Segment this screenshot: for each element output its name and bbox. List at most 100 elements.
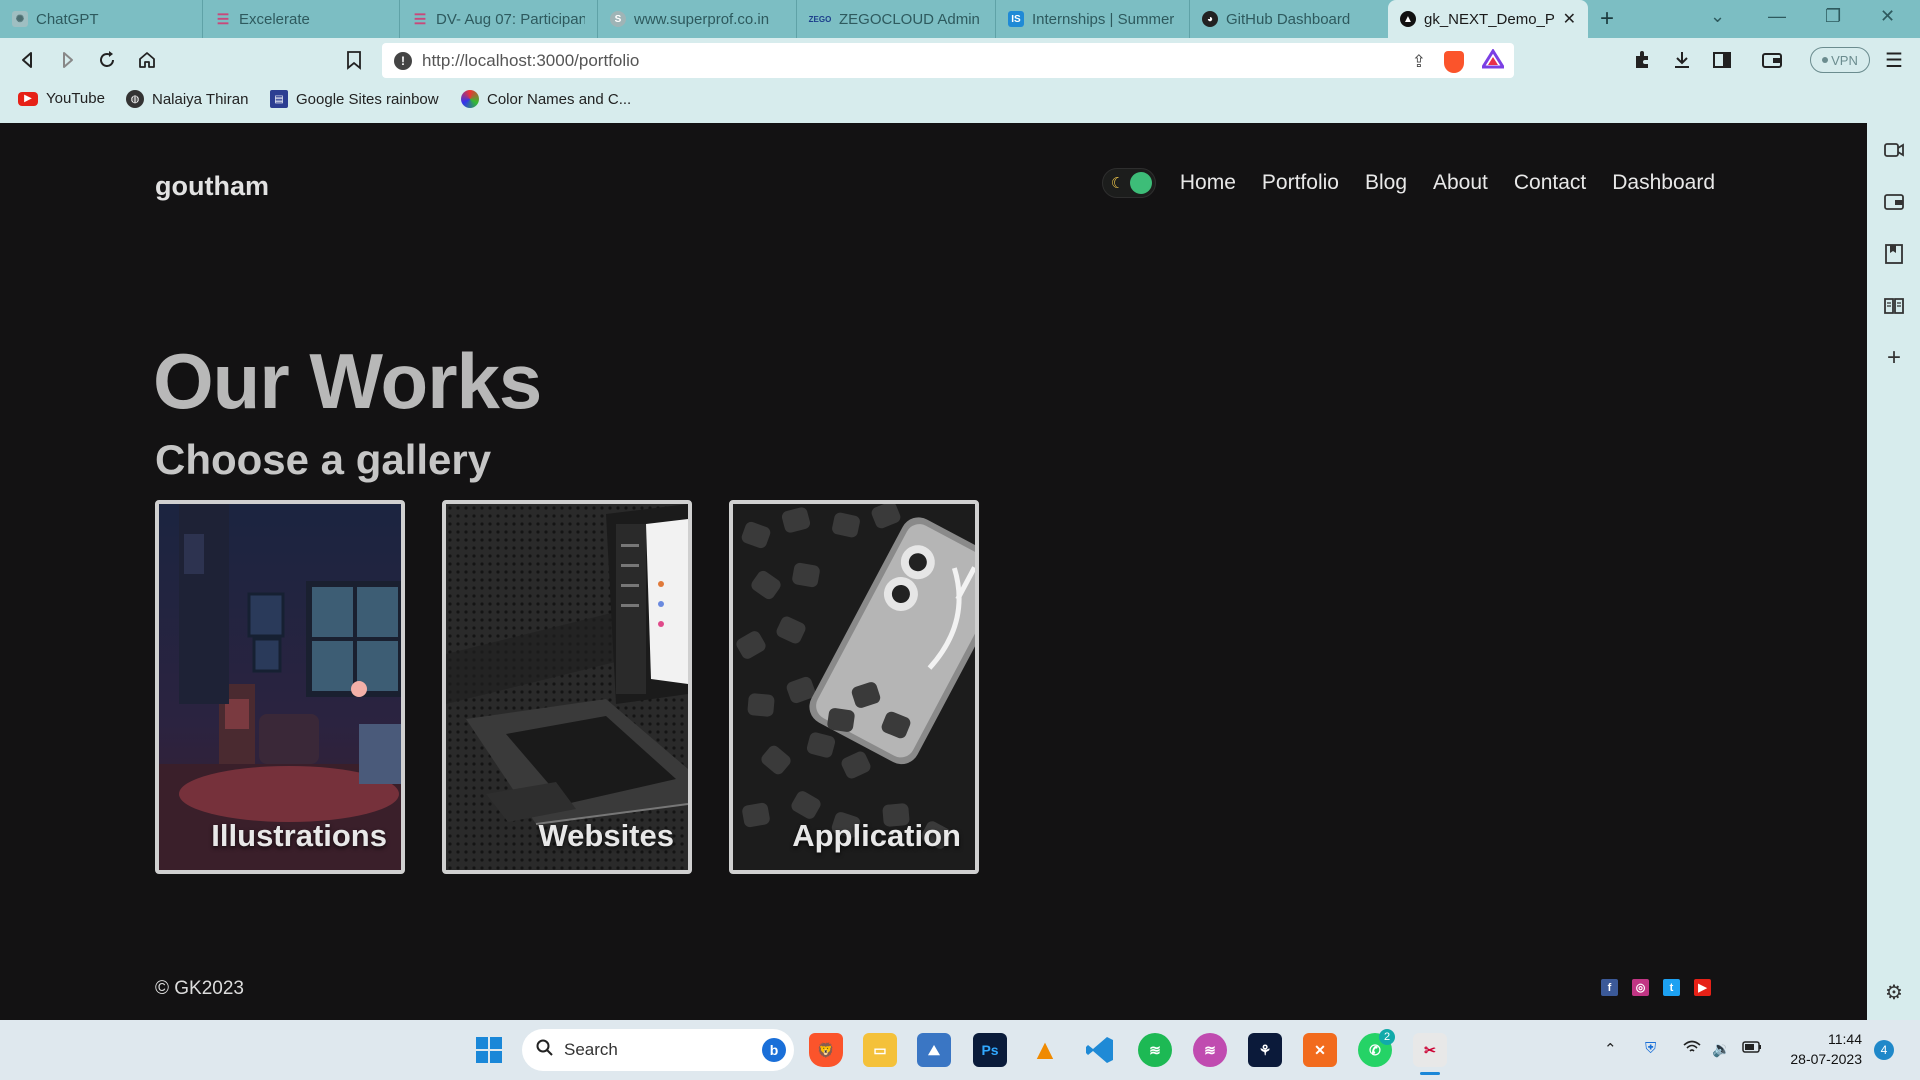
moon-icon: ☾ [1110,175,1125,192]
page-subtitle: Choose a gallery [155,436,492,483]
nav-home[interactable]: Home [1180,171,1236,195]
instagram-icon[interactable]: ◎ [1632,979,1649,996]
file-explorer-icon[interactable]: ▭ [863,1033,897,1067]
bookmark-label: Google Sites rainbow [296,90,439,108]
tab-strip: ✺ ChatGPT ☰ Excelerate ☰ DV- Aug 07: Par… [0,0,1920,38]
tab-search-chevron-icon[interactable]: ⌄ [1710,6,1725,27]
tab-gk-next-demo[interactable]: ▲ gk_NEXT_Demo_Po ✕ [1388,0,1588,38]
github-icon: ◕ [1202,11,1218,27]
downloads-icon[interactable] [1670,48,1694,72]
gallery-label: Websites [538,818,674,853]
wallet-icon[interactable] [1760,48,1784,72]
spotify-icon[interactable]: ≋ [1138,1033,1172,1067]
site-brand[interactable]: goutham [155,171,269,202]
spotify-alt-icon[interactable]: ≋ [1193,1033,1227,1067]
browser-side-panel: + ⚙ [1867,123,1920,1020]
toggle-knob [1129,172,1152,194]
acrobat-icon[interactable]: ⚘ [1248,1033,1282,1067]
photos-icon[interactable]: ⛰ [917,1033,951,1067]
tray-overflow-chevron-icon[interactable]: ⌃ [1604,1040,1617,1058]
tab-title: GitHub Dashboard [1226,10,1351,28]
brave-rewards-icon[interactable] [1480,48,1506,74]
tab-dv-aug[interactable]: ☰ DV- Aug 07: Participan [400,0,598,38]
tab-title: gk_NEXT_Demo_Po [1424,10,1555,28]
windows-taskbar [0,1020,1920,1080]
facebook-icon[interactable]: f [1601,979,1618,996]
youtube-icon[interactable]: ▶ [1694,979,1711,996]
new-tab-button[interactable]: + [1600,5,1614,33]
volume-icon[interactable]: 🔉 [1712,1040,1731,1058]
add-panel-icon[interactable]: + [1883,344,1905,371]
reading-list-icon[interactable] [1883,295,1905,317]
gallery-card-application[interactable]: Application [729,500,979,874]
video-icon[interactable] [1883,139,1905,161]
side-bookmarks-icon[interactable] [1883,243,1905,265]
nav-portfolio[interactable]: Portfolio [1262,171,1339,195]
close-window-button[interactable]: ✕ [1880,6,1895,27]
google-sites-icon: ▤ [270,90,288,108]
start-button[interactable] [472,1033,506,1067]
vpn-button[interactable]: VPN [1810,47,1870,73]
bookmark-google-sites[interactable]: ▤ Google Sites rainbow [270,90,439,108]
footer-copyright: © GK2023 [155,978,244,999]
tab-chatgpt[interactable]: ✺ ChatGPT [0,0,203,38]
tab-title: www.superprof.co.in [634,10,770,28]
gallery-card-websites[interactable]: Websites [442,500,692,874]
vscode-icon[interactable] [1083,1033,1117,1067]
page-content: goutham ☾ Home Portfolio Blog About Cont… [0,123,1867,1020]
url-text[interactable]: http://localhost:3000/portfolio [422,51,639,71]
bookmark-page-icon[interactable] [342,48,366,72]
forward-button[interactable] [55,48,79,72]
address-bar[interactable]: ! http://localhost:3000/portfolio ⇪ [382,43,1514,78]
site-info-icon[interactable]: ! [394,51,412,70]
wifi-icon[interactable] [1683,1040,1701,1058]
gallery-card-illustrations[interactable]: Illustrations [155,500,405,874]
tab-github[interactable]: ◕ GitHub Dashboard [1190,0,1388,38]
reload-button[interactable] [95,48,119,72]
extensions-icon[interactable] [1630,48,1654,72]
menu-icon[interactable]: ☰ [1882,48,1906,72]
share-icon[interactable]: ⇪ [1412,52,1426,72]
bookmark-youtube[interactable]: ▶ YouTube [18,90,105,107]
twitter-icon[interactable]: t [1663,979,1680,996]
snipping-tool-icon[interactable]: ✂ [1413,1033,1447,1067]
tab-title: Excelerate [239,10,310,28]
chatgpt-icon: ✺ [12,11,28,27]
nav-about[interactable]: About [1433,171,1488,195]
taskbar-search[interactable]: Search b [522,1029,794,1071]
search-placeholder: Search [564,1040,618,1059]
tab-excelerate[interactable]: ☰ Excelerate [203,0,400,38]
tab-zegocloud[interactable]: ZEGO ZEGOCLOUD Admin C [797,0,996,38]
clock-date: 28-07-2023 [1790,1051,1862,1067]
theme-toggle[interactable]: ☾ [1101,168,1156,198]
taskbar-clock[interactable]: 11:44 28-07-2023 [1780,1029,1862,1069]
xampp-icon[interactable]: ✕ [1303,1033,1337,1067]
bookmark-nalaiya-thiran[interactable]: ◍ Nalaiya Thiran [126,90,248,108]
vlc-icon[interactable]: ▲ [1028,1033,1062,1067]
clock-time: 11:44 [1828,1031,1862,1047]
brave-taskbar-icon[interactable]: 🦁 [809,1033,843,1067]
close-tab-icon[interactable]: ✕ [1563,9,1576,29]
bookmark-color-names[interactable]: Color Names and C... [461,90,631,108]
nav-blog[interactable]: Blog [1365,171,1407,195]
notification-badge[interactable]: 4 [1874,1040,1894,1060]
bing-icon[interactable]: b [762,1038,786,1062]
sidebar-toggle-icon[interactable] [1710,48,1734,72]
nav-dashboard[interactable]: Dashboard [1612,171,1715,195]
vpn-status-dot-icon [1822,57,1829,63]
side-wallet-icon[interactable] [1883,191,1905,213]
restore-button[interactable]: ❐ [1825,6,1841,27]
brave-shields-icon[interactable] [1444,50,1464,73]
minimize-button[interactable]: — [1768,6,1786,27]
nav-contact[interactable]: Contact [1514,171,1586,195]
settings-gear-icon[interactable]: ⚙ [1883,981,1905,1004]
bookmark-label: Color Names and C... [487,90,632,108]
home-button[interactable] [135,48,159,72]
zegocloud-icon: ZEGO [808,14,832,24]
back-button[interactable] [16,48,40,72]
battery-icon[interactable] [1742,1040,1762,1057]
tab-superprof[interactable]: S www.superprof.co.in [598,0,797,38]
shield-alert-icon[interactable]: ⛨ [1645,1040,1656,1057]
tab-internshala[interactable]: IS Internships | Summer I [996,0,1190,38]
photoshop-icon[interactable]: Ps [973,1033,1007,1067]
